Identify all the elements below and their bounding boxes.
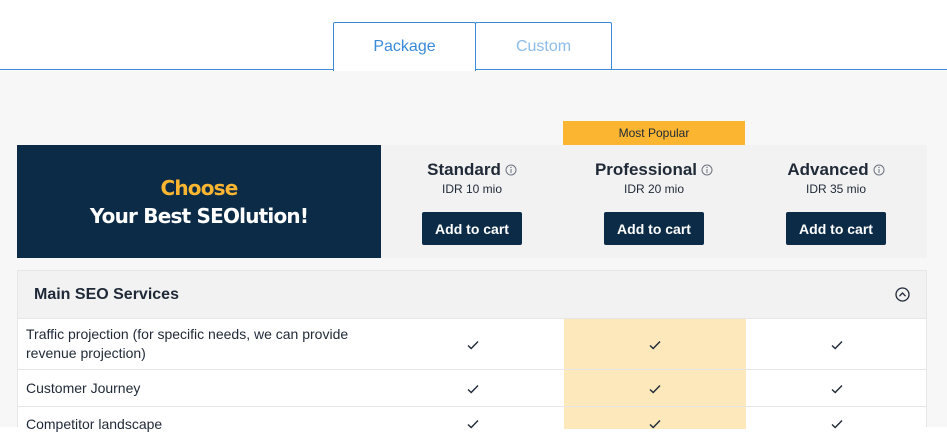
- main-seo-services-section: Main SEO Services Traffic projection (fo…: [17, 270, 928, 432]
- add-to-cart-button[interactable]: Add to cart: [422, 212, 522, 245]
- most-popular-badge: Most Popular: [563, 121, 745, 145]
- check-cell-standard: [382, 370, 564, 407]
- check-cell-standard: [382, 319, 564, 370]
- hero-line-2: Your Best SEOlution!: [89, 203, 309, 228]
- check-icon: [831, 340, 843, 349]
- check-icon: [467, 384, 479, 393]
- row-label: Competitor landscape: [26, 416, 163, 432]
- plan-professional: Professional IDR 20 mio Add to cart: [563, 145, 745, 258]
- info-icon[interactable]: [701, 164, 713, 176]
- plan-name: Standard: [427, 160, 501, 179]
- info-icon[interactable]: [505, 164, 517, 176]
- check-cell-advanced: [746, 407, 928, 429]
- plan-name: Professional: [594, 160, 698, 179]
- table-row: Traffic projection (for specific needs, …: [18, 318, 926, 370]
- row-label: Customer Journey: [26, 380, 141, 396]
- plan-price: IDR 20 mio: [623, 182, 685, 196]
- tab-package[interactable]: Package: [333, 22, 476, 71]
- check-icon: [649, 384, 661, 393]
- top-bar: Package Custom: [0, 0, 947, 71]
- add-to-cart-button[interactable]: Add to cart: [786, 212, 886, 245]
- hero-banner: Choose Your Best SEOlution!: [17, 145, 381, 258]
- plan-price: IDR 35 mio: [805, 182, 867, 196]
- row-label: Traffic projection (for specific needs, …: [26, 326, 349, 361]
- hero-line-1: Choose: [160, 175, 238, 200]
- chevron-up-circle-icon[interactable]: [895, 287, 910, 302]
- check-icon: [467, 340, 479, 349]
- check-cell-advanced: [746, 370, 928, 407]
- info-icon[interactable]: [873, 164, 885, 176]
- check-cell-advanced: [746, 319, 928, 370]
- tab-custom[interactable]: Custom: [475, 22, 612, 70]
- check-cell-professional: [564, 319, 746, 370]
- check-icon: [467, 420, 479, 429]
- section-header[interactable]: Main SEO Services: [18, 271, 926, 318]
- plan-standard: Standard IDR 10 mio Add to cart: [381, 145, 563, 258]
- check-cell-professional: [564, 407, 746, 429]
- plan-price: IDR 10 mio: [441, 182, 503, 196]
- table-row: Competitor landscape: [18, 406, 928, 432]
- check-cell-professional: [564, 370, 746, 407]
- plan-name: Advanced: [787, 160, 869, 179]
- add-to-cart-button[interactable]: Add to cart: [604, 212, 704, 245]
- check-icon: [831, 420, 843, 429]
- check-icon: [649, 340, 661, 349]
- check-icon: [649, 420, 661, 429]
- check-icon: [831, 384, 843, 393]
- table-row: Customer Journey: [18, 369, 926, 407]
- plans-header: Standard IDR 10 mio Add to cart Professi…: [381, 145, 927, 258]
- check-cell-standard: [382, 407, 564, 429]
- section-title: Main SEO Services: [34, 286, 179, 303]
- plan-advanced: Advanced IDR 35 mio Add to cart: [745, 145, 927, 258]
